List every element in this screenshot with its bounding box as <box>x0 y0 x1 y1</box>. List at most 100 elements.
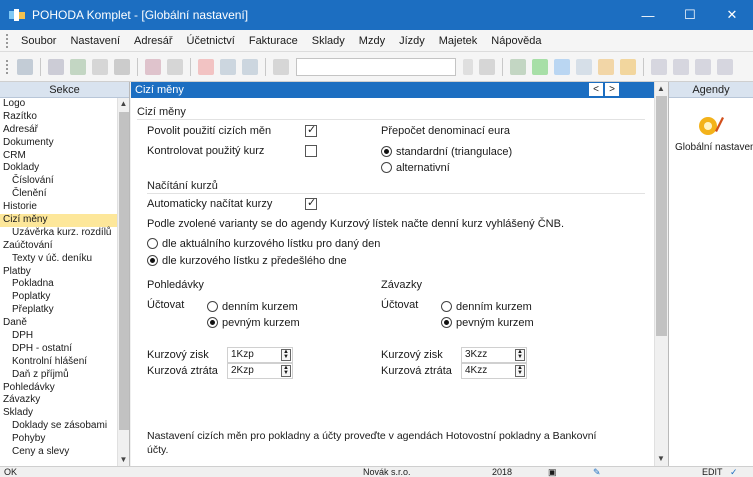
section-item[interactable]: Adresář <box>0 124 117 137</box>
menu-nastaveni[interactable]: Nastavení <box>63 35 127 47</box>
help-icon[interactable] <box>717 58 733 75</box>
payables-gain-select[interactable]: 3Kzz ▲ ▼ <box>461 347 527 363</box>
section-item[interactable]: Dokumenty <box>0 137 117 150</box>
menu-sklady[interactable]: Sklady <box>305 35 352 47</box>
print-icon[interactable] <box>70 58 86 75</box>
section-item[interactable]: DPH - ostatní <box>0 343 117 356</box>
previous-section-button[interactable]: < <box>589 83 603 96</box>
scroll-up-arrow-icon[interactable]: ▲ <box>655 82 667 96</box>
rates-current-day-radio[interactable] <box>147 238 158 249</box>
section-item[interactable]: Pohledávky <box>0 382 117 395</box>
section-item[interactable]: Daň z příjmů <box>0 369 117 382</box>
spinner-icon[interactable]: ▲ ▼ <box>515 349 525 361</box>
scroll-down-arrow-icon[interactable]: ▼ <box>655 452 667 466</box>
calendar-icon[interactable] <box>554 58 570 75</box>
table-icon[interactable] <box>695 58 711 75</box>
sections-scroll-thumb[interactable] <box>119 112 129 430</box>
export-icon[interactable] <box>114 58 130 75</box>
section-item[interactable]: Texty v úč. deníku <box>0 253 117 266</box>
edit-icon[interactable] <box>167 58 183 75</box>
payables-fixed-rate-radio[interactable] <box>441 317 452 328</box>
section-item[interactable]: Pohyby <box>0 433 117 446</box>
folder-icon[interactable] <box>510 58 526 75</box>
ban-icon[interactable] <box>620 58 636 75</box>
status-text: OK <box>4 467 18 477</box>
section-item[interactable]: Členění <box>0 188 117 201</box>
section-item[interactable]: DPH <box>0 330 117 343</box>
spinner-icon[interactable]: ▲ ▼ <box>281 365 291 377</box>
delete-icon[interactable] <box>198 58 214 75</box>
section-item[interactable]: Kontrolní hlášení <box>0 356 117 369</box>
menu-napoveda[interactable]: Nápověda <box>484 35 548 47</box>
payables-daily-rate-radio[interactable] <box>441 301 452 312</box>
open-icon[interactable] <box>48 58 64 75</box>
minimize-button[interactable]: — <box>627 0 669 30</box>
section-item[interactable]: Razítko <box>0 111 117 124</box>
section-item[interactable]: Uzávěrka kurz. rozdílů <box>0 227 117 240</box>
rates-previous-day-radio[interactable] <box>147 255 158 266</box>
receivables-fixed-rate-radio[interactable] <box>207 317 218 328</box>
section-item[interactable]: Doklady se zásobami <box>0 420 117 433</box>
payables-daily-rate-label: denním kurzem <box>456 301 532 313</box>
section-item[interactable]: Doklady <box>0 162 117 175</box>
sections-scrollbar[interactable]: ▲ ▼ <box>117 98 129 466</box>
global-settings-icon[interactable] <box>697 114 725 138</box>
menu-adresar[interactable]: Adresář <box>127 35 180 47</box>
menu-ucetnictvi[interactable]: Účetnictví <box>180 35 242 47</box>
section-item[interactable]: Zaúčtování <box>0 240 117 253</box>
auto-load-checkbox[interactable] <box>305 196 317 210</box>
euro-standard-radio[interactable] <box>381 146 392 157</box>
next-section-button[interactable]: > <box>605 83 619 96</box>
payables-loss-select[interactable]: 4Kzz ▲ ▼ <box>461 363 527 379</box>
receivables-account-label: Účtovat <box>147 299 185 311</box>
section-item[interactable]: Logo <box>0 98 117 111</box>
section-item[interactable]: Historie <box>0 201 117 214</box>
quick-search-input[interactable] <box>296 57 456 76</box>
preview-icon[interactable] <box>92 58 108 75</box>
section-item[interactable]: Přeplatky <box>0 304 117 317</box>
section-item[interactable]: Poplatky <box>0 291 117 304</box>
save-icon[interactable] <box>220 58 236 75</box>
receivables-gain-select[interactable]: 1Kzp ▲ ▼ <box>227 347 293 363</box>
new-record-icon[interactable] <box>17 58 33 75</box>
refresh-icon[interactable] <box>532 58 548 75</box>
search-dropdown-icon[interactable] <box>463 58 473 75</box>
allow-foreign-checkbox[interactable] <box>305 123 317 137</box>
section-item[interactable]: Pokladna <box>0 278 117 291</box>
section-item[interactable]: Závazky <box>0 394 117 407</box>
check-rate-checkbox[interactable] <box>305 145 317 157</box>
menu-jizdy[interactable]: Jízdy <box>392 35 432 47</box>
menu-mzdy[interactable]: Mzdy <box>352 35 392 47</box>
section-item[interactable]: Daně <box>0 317 117 330</box>
filter-icon[interactable] <box>479 58 495 75</box>
copy-icon[interactable] <box>273 58 289 75</box>
section-item[interactable]: CRM <box>0 150 117 163</box>
euro-alternative-radio[interactable] <box>381 162 392 173</box>
receivables-daily-rate-radio[interactable] <box>207 301 218 312</box>
cancel-icon[interactable] <box>242 58 258 75</box>
menu-soubor[interactable]: Soubor <box>14 35 63 47</box>
section-item[interactable]: Ceny a slevy <box>0 446 117 459</box>
global-settings-agenda-label[interactable]: Globální nastavení <box>675 142 753 153</box>
spinner-icon[interactable]: ▲ ▼ <box>515 365 525 377</box>
spinner-icon[interactable]: ▲ ▼ <box>281 349 291 361</box>
close-button[interactable]: ✕ <box>711 0 753 30</box>
settings-scroll-thumb[interactable] <box>656 96 667 336</box>
section-item[interactable]: Sklady <box>0 407 117 420</box>
section-item[interactable]: Číslování <box>0 175 117 188</box>
menu-majetek[interactable]: Majetek <box>432 35 485 47</box>
section-item[interactable]: Platby <box>0 266 117 279</box>
menu-fakturace[interactable]: Fakturace <box>242 35 305 47</box>
section-item[interactable]: Cizí měny <box>0 214 117 227</box>
user-icon[interactable] <box>145 58 161 75</box>
users-icon[interactable] <box>598 58 614 75</box>
scroll-down-arrow-icon[interactable]: ▼ <box>118 454 129 466</box>
receivables-loss-select[interactable]: 2Kzp ▲ ▼ <box>227 363 293 379</box>
settings-scrollbar[interactable]: ▲ ▼ <box>654 82 667 466</box>
scroll-up-arrow-icon[interactable]: ▲ <box>118 98 129 110</box>
document-icon[interactable] <box>576 58 592 75</box>
toolbar-separator <box>643 57 644 76</box>
list-icon[interactable] <box>673 58 689 75</box>
grid-icon[interactable] <box>651 58 667 75</box>
maximize-button[interactable]: ☐ <box>669 0 711 30</box>
